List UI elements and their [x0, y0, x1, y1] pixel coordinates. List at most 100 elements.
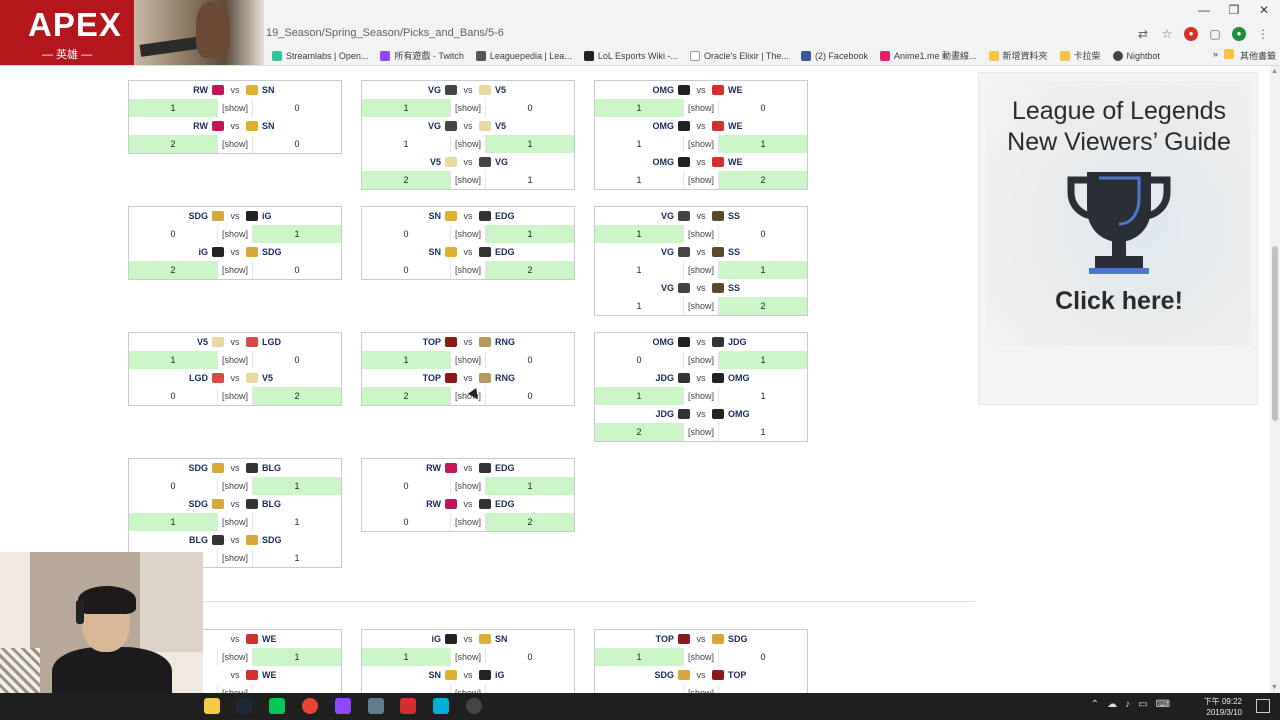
team-1-name[interactable]: VG [632, 247, 674, 257]
team-1-name[interactable]: V5 [399, 157, 441, 167]
show-picks-bans-button[interactable]: [show] [450, 135, 486, 153]
team-1-name[interactable]: TOP [399, 373, 441, 383]
team-2-name[interactable]: WE [262, 634, 304, 644]
show-picks-bans-button[interactable]: [show] [683, 171, 719, 189]
bookmark-item[interactable]: (2) Facebook [800, 49, 868, 62]
team-2-name[interactable]: SN [495, 634, 537, 644]
show-picks-bans-button[interactable]: [show] [683, 135, 719, 153]
team-2-name[interactable]: BLG [262, 499, 304, 509]
team-1-name[interactable]: SDG [166, 211, 208, 221]
network-icon[interactable]: ⌃ [1091, 699, 1099, 710]
show-picks-bans-button[interactable]: [show] [217, 648, 253, 666]
show-picks-bans-button[interactable]: [show] [683, 261, 719, 279]
team-1-name[interactable]: RW [166, 85, 208, 95]
team-2-name[interactable]: SS [728, 283, 770, 293]
bookmark-item[interactable]: Oracle's Elixir | The... [690, 49, 789, 62]
volume-icon[interactable]: ♪ [1125, 699, 1130, 710]
show-picks-bans-button[interactable]: [show] [450, 171, 486, 189]
profile-avatar-icon[interactable]: ● [1232, 27, 1246, 41]
team-2-name[interactable]: OMG [728, 373, 770, 383]
team-2-name[interactable]: EDG [495, 499, 537, 509]
taskbar-app-icon[interactable] [204, 698, 220, 714]
show-picks-bans-button[interactable]: [show] [450, 99, 486, 117]
team-2-name[interactable]: WE [728, 157, 770, 167]
team-1-name[interactable]: TOP [399, 337, 441, 347]
show-picks-bans-button[interactable]: [show] [217, 225, 253, 243]
show-picks-bans-button[interactable]: [show] [450, 684, 486, 693]
show-picks-bans-button[interactable]: [show] [217, 477, 253, 495]
show-picks-bans-button[interactable]: [show] [217, 99, 253, 117]
team-2-name[interactable]: BLG [262, 463, 304, 473]
team-2-name[interactable]: SN [262, 85, 304, 95]
team-1-name[interactable]: SN [399, 247, 441, 257]
ad-cta-button[interactable]: Click here! [979, 287, 1259, 316]
team-1-name[interactable]: VG [632, 211, 674, 221]
team-1-name[interactable]: LGD [166, 373, 208, 383]
team-2-name[interactable]: WE [728, 85, 770, 95]
battery-icon[interactable]: ▭ [1138, 699, 1147, 710]
team-1-name[interactable]: SDG [166, 499, 208, 509]
maximize-button[interactable]: ❐ [1220, 3, 1248, 17]
show-picks-bans-button[interactable]: [show] [450, 225, 486, 243]
scrollbar-thumb[interactable] [1272, 246, 1278, 421]
bookmark-item[interactable]: 卡拉柴 [1059, 49, 1101, 62]
bookmark-item[interactable]: 新增資料夾 [988, 49, 1048, 62]
team-2-name[interactable]: V5 [495, 121, 537, 131]
close-button[interactable]: ✕ [1250, 3, 1278, 17]
team-1-name[interactable]: SN [399, 670, 441, 680]
bookmark-item[interactable]: Streamlabs | Open... [272, 49, 368, 62]
team-1-name[interactable]: RW [399, 499, 441, 509]
steam-icon[interactable] [236, 698, 252, 714]
show-picks-bans-button[interactable]: [show] [450, 477, 486, 495]
chrome-icon[interactable] [302, 698, 318, 714]
bookmark-star-icon[interactable]: ☆ [1160, 27, 1174, 41]
team-1-name[interactable]: JDG [632, 409, 674, 419]
team-2-name[interactable]: SN [262, 121, 304, 131]
team-2-name[interactable]: VG [495, 157, 537, 167]
team-2-name[interactable]: V5 [262, 373, 304, 383]
team-1-name[interactable]: JDG [632, 373, 674, 383]
taskbar-app-icon[interactable] [433, 698, 449, 714]
team-1-name[interactable]: iG [399, 634, 441, 644]
line-icon[interactable] [269, 698, 285, 714]
show-picks-bans-button[interactable]: [show] [217, 549, 253, 567]
show-picks-bans-button[interactable]: [show] [217, 684, 253, 693]
show-picks-bans-button[interactable]: [show] [683, 423, 719, 441]
bookmark-item[interactable]: Nightbot [1112, 49, 1160, 62]
show-picks-bans-button[interactable]: [show] [683, 351, 719, 369]
team-2-name[interactable]: EDG [495, 211, 537, 221]
show-picks-bans-button[interactable]: [show] [217, 351, 253, 369]
team-1-name[interactable]: VG [632, 283, 674, 293]
team-2-name[interactable]: WE [262, 670, 304, 680]
address-bar[interactable]: 19_Season/Spring_Season/Picks_and_Bans/5… [266, 27, 504, 39]
team-2-name[interactable]: SS [728, 211, 770, 221]
show-picks-bans-button[interactable]: [show] [217, 261, 253, 279]
show-picks-bans-button[interactable]: [show] [450, 513, 486, 531]
notification-icon[interactable] [1256, 699, 1270, 713]
input-method-icon[interactable]: ⌨ [1156, 699, 1170, 710]
team-2-name[interactable]: RNG [495, 373, 537, 383]
twitch-icon[interactable] [335, 698, 351, 714]
show-picks-bans-button[interactable]: [show] [217, 513, 253, 531]
team-1-name[interactable]: iG [166, 247, 208, 257]
new-viewers-guide-ad[interactable]: League of Legends New Viewers’ Guide Cli… [978, 72, 1258, 405]
wifi-icon[interactable]: ☁ [1107, 699, 1117, 710]
show-picks-bans-button[interactable]: [show] [683, 297, 719, 315]
show-picks-bans-button[interactable]: [show] [450, 648, 486, 666]
team-2-name[interactable]: iG [262, 211, 304, 221]
show-picks-bans-button[interactable]: [show] [217, 387, 253, 405]
team-1-name[interactable]: RW [399, 463, 441, 473]
team-2-name[interactable]: LGD [262, 337, 304, 347]
team-1-name[interactable]: OMG [632, 157, 675, 167]
team-2-name[interactable]: EDG [495, 463, 537, 473]
team-1-name[interactable]: OMG [632, 121, 675, 131]
team-1-name[interactable]: BLG [166, 535, 208, 545]
team-2-name[interactable]: RNG [495, 337, 537, 347]
team-2-name[interactable]: JDG [728, 337, 770, 347]
team-2-name[interactable]: SS [728, 247, 770, 257]
team-2-name[interactable]: SDG [728, 634, 770, 644]
team-2-name[interactable]: SDG [262, 247, 304, 257]
team-1-name[interactable]: OMG [632, 337, 675, 347]
show-picks-bans-button[interactable]: [show] [450, 351, 486, 369]
show-picks-bans-button[interactable]: [show] [217, 135, 253, 153]
